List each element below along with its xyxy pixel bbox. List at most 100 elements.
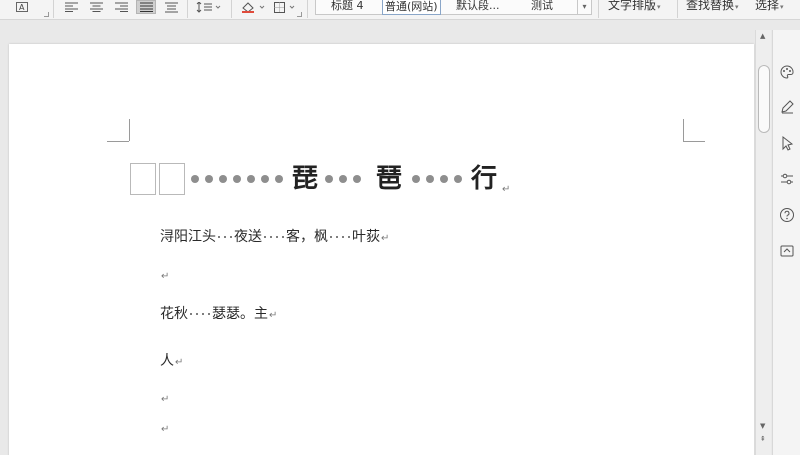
divider xyxy=(231,0,232,18)
dot-mark xyxy=(426,175,435,183)
dot-mark xyxy=(325,175,334,183)
ribbon-toolbar: A 标题 4 普通(网站) 默认段... 测试 ▾ 文字排版▾ 查找替换▾ 选择… xyxy=(0,0,800,20)
vertical-scrollbar[interactable]: ▲ ▼ ⇞ xyxy=(755,30,771,455)
caret-down-icon: ▾ xyxy=(735,3,739,11)
justify-button[interactable] xyxy=(136,0,156,14)
distribute-button[interactable] xyxy=(162,0,180,14)
char-border-button[interactable]: A xyxy=(14,0,30,14)
placeholder-box xyxy=(130,163,156,195)
select-label: 选择 xyxy=(755,0,780,12)
select-tool-button[interactable] xyxy=(778,134,796,152)
text-layout-button[interactable]: 文字排版▾ xyxy=(608,0,661,13)
dot-mark xyxy=(261,175,269,183)
line-spacing-button[interactable] xyxy=(194,0,224,14)
borders-icon xyxy=(274,1,295,13)
style-test[interactable]: 测试 xyxy=(531,0,553,13)
text-segment: 花秋 xyxy=(160,306,188,322)
line-spacing-icon xyxy=(196,1,221,13)
char-border-icon: A xyxy=(16,2,28,12)
dot-mark xyxy=(205,175,213,183)
text-line[interactable]: 花秋 瑟瑟。主 ↵ xyxy=(160,303,277,323)
align-left-icon xyxy=(64,2,78,12)
help-icon xyxy=(780,208,794,222)
style-default-paragraph[interactable]: 默认段... xyxy=(456,0,500,13)
divider xyxy=(53,0,54,18)
paragraph-mark-icon: ↵ xyxy=(175,356,184,368)
paragraph-mark-icon: ↵ xyxy=(161,394,170,405)
chevron-down-icon: ▾ xyxy=(582,2,587,11)
divider xyxy=(307,0,308,18)
placeholder-box xyxy=(159,163,185,195)
text-segment: 客，枫 xyxy=(286,229,328,245)
style-gallery[interactable]: 标题 4 普通(网站) 默认段... 测试 ▾ xyxy=(315,0,592,15)
scroll-up-icon[interactable]: ▲ xyxy=(760,32,765,40)
dot-mark xyxy=(191,175,199,183)
dot-mark xyxy=(247,175,255,183)
scrollbar-thumb[interactable] xyxy=(758,65,770,133)
svg-text:A: A xyxy=(19,3,25,12)
text-segment: 夜送 xyxy=(234,229,262,245)
settings-tool-button[interactable] xyxy=(778,170,796,188)
title-char: 琶 xyxy=(376,164,403,194)
paint-bucket-icon xyxy=(242,1,265,13)
crop-mark-top-right xyxy=(683,141,705,142)
cursor-arrow-icon xyxy=(782,135,794,151)
sliders-icon xyxy=(781,173,793,185)
help-tool-button[interactable] xyxy=(778,206,796,224)
paragraph-mark-icon: ↵ xyxy=(161,271,170,282)
text-segment: 叶荻 xyxy=(352,229,380,245)
paragraph-mark-icon: ↵ xyxy=(502,184,511,195)
align-center-icon xyxy=(89,2,103,12)
palette-icon xyxy=(780,65,794,79)
style-heading4[interactable]: 标题 4 xyxy=(331,0,364,13)
font-group-launcher[interactable] xyxy=(44,12,49,17)
prev-page-icon[interactable]: ⇞ xyxy=(760,435,766,443)
text-line[interactable]: 浔阳江头 夜送 客，枫 叶荻 ↵ xyxy=(160,226,389,246)
find-replace-button[interactable]: 查找替换▾ xyxy=(686,0,739,13)
text-segment: 瑟瑟。主 xyxy=(212,306,268,322)
dot-mark xyxy=(275,175,283,183)
text-segment: 浔阳江头 xyxy=(160,229,216,245)
align-right-icon xyxy=(114,2,128,12)
borders-button[interactable] xyxy=(273,0,299,14)
paragraph-mark-icon: ↵ xyxy=(269,309,278,321)
text-layout-label: 文字排版 xyxy=(608,0,657,12)
dot-mark xyxy=(412,175,421,183)
text-segment: 人 xyxy=(160,353,174,369)
caret-down-icon: ▾ xyxy=(657,3,661,11)
select-button[interactable]: 选择▾ xyxy=(755,0,784,13)
paragraph-group-launcher[interactable] xyxy=(297,12,302,17)
distribute-icon xyxy=(164,2,178,12)
style-normal-web[interactable]: 普通(网站) xyxy=(382,0,441,15)
paragraph-mark-icon: ↵ xyxy=(381,232,390,244)
align-right-button[interactable] xyxy=(112,0,130,14)
divider xyxy=(598,0,599,18)
shading-button[interactable] xyxy=(240,0,268,14)
dot-mark xyxy=(440,175,449,183)
style-gallery-more-button[interactable]: ▾ xyxy=(577,0,591,14)
text-line[interactable]: 人 ↵ xyxy=(160,350,183,370)
share-icon xyxy=(780,245,794,257)
dot-mark xyxy=(219,175,227,183)
crop-mark-top-left xyxy=(129,119,130,141)
poem-title-line[interactable]: 琵 琶 行 ↵ xyxy=(130,162,510,196)
dot-mark xyxy=(454,175,463,183)
style-tool-button[interactable] xyxy=(778,63,796,81)
edit-tool-button[interactable] xyxy=(778,98,796,116)
paragraph-mark-icon: ↵ xyxy=(161,424,170,435)
right-tool-panel xyxy=(772,30,800,455)
pencil-icon xyxy=(781,100,794,114)
divider xyxy=(187,0,188,18)
dot-mark xyxy=(339,175,348,183)
share-tool-button[interactable] xyxy=(778,242,796,260)
dot-mark xyxy=(233,175,241,183)
crop-mark-top-right xyxy=(683,119,684,141)
align-left-button[interactable] xyxy=(62,0,80,14)
find-replace-label: 查找替换 xyxy=(686,0,735,12)
scroll-down-icon[interactable]: ▼ xyxy=(760,422,765,430)
align-center-button[interactable] xyxy=(87,0,105,14)
justify-icon xyxy=(139,2,153,12)
document-page[interactable]: 琵 琶 行 ↵ 浔阳江头 夜送 客，枫 叶荻 ↵ ↵ 花秋 瑟瑟。主 ↵ 人 ↵… xyxy=(9,44,754,455)
title-char: 琵 xyxy=(292,164,319,194)
caret-down-icon: ▾ xyxy=(780,3,784,11)
